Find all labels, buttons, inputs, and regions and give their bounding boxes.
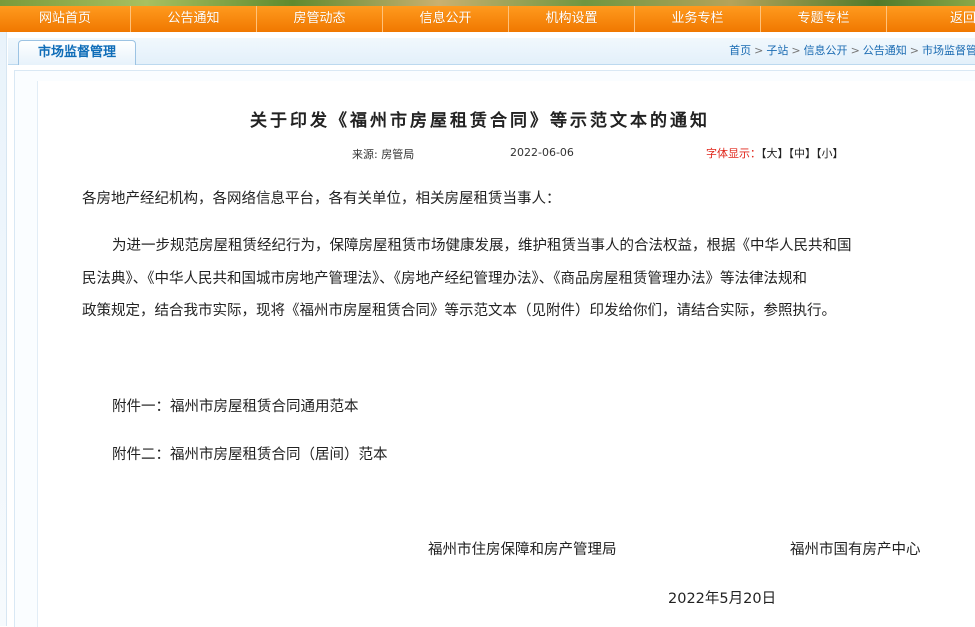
article-salutation: 各房地产经纪机构，各网络信息平台，各有关单位，相关房屋租赁当事人： (82, 191, 561, 207)
breadcrumb-home[interactable]: 首页 (729, 44, 751, 57)
nav-home[interactable]: 网站首页 (0, 6, 131, 32)
font-size-label: 字体显示： (706, 147, 761, 160)
nav-organization[interactable]: 机构设置 (509, 6, 635, 32)
nav-topics[interactable]: 专题专栏 (761, 6, 887, 32)
breadcrumb-info-disclosure[interactable]: 信息公开 (804, 44, 848, 57)
sign-date: 2022年5月20日 (668, 591, 777, 607)
article-body-line-2: 民法典》、《中华人民共和国城市房地产管理法》、《房地产经纪管理办法》、《商品房屋… (82, 271, 807, 287)
main-nav: 网站首页 公告通知 房管动态 信息公开 机构设置 业务专栏 专题专栏 返回主站 (0, 6, 975, 32)
breadcrumb-substation[interactable]: 子站 (766, 44, 788, 57)
section-header: 市场监督管理 首页 > 子站 > 信息公开 > 公告通知 > 市场监督管 (8, 38, 975, 65)
nav-info-disclosure[interactable]: 信息公开 (383, 6, 509, 32)
section-tab-market-supervision[interactable]: 市场监督管理 (18, 40, 136, 65)
nav-announcements[interactable]: 公告通知 (131, 6, 257, 32)
breadcrumb: 首页 > 子站 > 信息公开 > 公告通知 > 市场监督管 (729, 44, 975, 57)
breadcrumb-announcements[interactable]: 公告通知 (863, 44, 907, 57)
attachment-1-link[interactable]: 附件一：福州市房屋租赁合同通用范本 (112, 392, 359, 423)
font-size-control: 字体显示：【大】【中】【小】 (706, 145, 844, 161)
article-date: 2022-06-06 (510, 146, 574, 159)
font-medium-button[interactable]: 【中】 (789, 147, 817, 160)
nav-business[interactable]: 业务专栏 (635, 6, 761, 32)
signer-housing-bureau: 福州市住房保障和房产管理局 (428, 542, 617, 558)
nav-housing-news[interactable]: 房管动态 (257, 6, 383, 32)
font-large-button[interactable]: 【大】 (761, 147, 789, 160)
article-source: 来源: 房管局 (352, 148, 415, 161)
breadcrumb-market-supervision[interactable]: 市场监督管 (922, 44, 975, 57)
nav-back-main[interactable]: 返回主站 (887, 6, 975, 32)
signer-state-property-center: 福州市国有房产中心 (790, 542, 921, 558)
article-body-line-3: 政策规定，结合我市实际，现将《福州市房屋租赁合同》等示范文本（见附件）印发给你们… (82, 303, 836, 319)
attachment-2-link[interactable]: 附件二：福州市房屋租赁合同（居间）范本 (112, 440, 388, 471)
article-body-line-1: 为进一步规范房屋租赁经纪行为，保障房屋租赁市场健康发展，维护租赁当事人的合法权益… (112, 238, 852, 254)
article-title: 关于印发《福州市房屋租赁合同》等示范文本的通知 (250, 111, 710, 131)
font-small-button[interactable]: 【小】 (816, 147, 844, 160)
